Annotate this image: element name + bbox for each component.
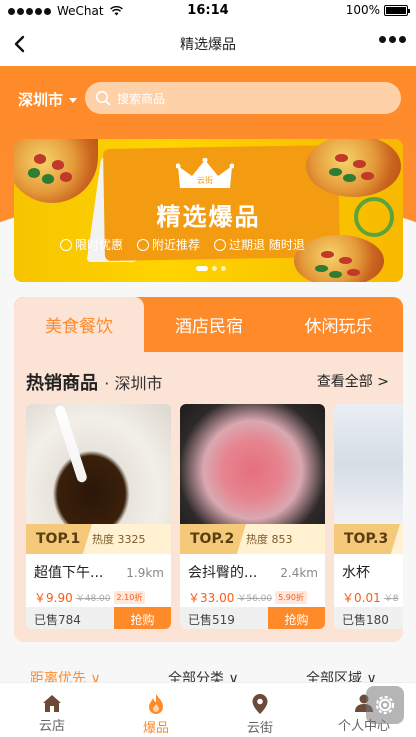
banner-pagination: [196, 266, 226, 271]
status-bar: WeChat 16:14 100%: [0, 0, 416, 22]
location-pin-icon: [252, 694, 268, 714]
view-all-link[interactable]: 查看全部 >: [317, 371, 389, 391]
product-card[interactable]: TOP.3 水杯 ￥0.01 ￥8 已售180: [334, 404, 403, 629]
home-icon: [43, 695, 61, 712]
battery-percent: 100%: [345, 3, 380, 17]
rank-badge: TOP.3: [334, 524, 403, 554]
heat-value: 热度 3325: [92, 533, 146, 546]
product-card[interactable]: TOP.1 热度 3325 超值下午... 1.9km ￥9.90 ￥48.00…: [26, 404, 171, 629]
rank-badge: TOP.1 热度 3325: [26, 524, 171, 554]
rank-tag: TOP.1: [26, 524, 92, 554]
more-menu-icon[interactable]: [379, 36, 406, 43]
tab-leisure[interactable]: 休闲玩乐: [274, 297, 403, 352]
settings-gear-button[interactable]: [366, 686, 404, 724]
badge-refund: 过期退 随时退: [214, 236, 305, 253]
gear-icon: [375, 695, 395, 715]
section-title: 热销商品 · 深圳市: [26, 373, 163, 394]
product-price: ￥9.90: [34, 591, 73, 605]
product-image-shop: [334, 404, 403, 524]
tabbar-item-hot[interactable]: 爆品: [104, 683, 208, 737]
page: WeChat 16:14 100% 精选爆品 深圳市 搜索商品 云街 精选爆品 …: [0, 0, 416, 737]
rank-badge: TOP.2 热度 853: [180, 524, 325, 554]
crown-icon: 云街: [176, 158, 234, 188]
flame-icon: [149, 694, 163, 714]
tab-hotel[interactable]: 酒店民宿: [144, 297, 274, 352]
city-name: 深圳市: [18, 91, 64, 109]
page-title: 精选爆品: [180, 37, 236, 53]
city-selector[interactable]: 深圳市: [18, 89, 78, 110]
section-city: · 深圳市: [104, 374, 163, 393]
rank-tag: TOP.2: [180, 524, 246, 554]
sold-count: 已售180: [334, 607, 403, 629]
pizza-image: [14, 139, 98, 203]
product-name: 超值下午...: [34, 565, 104, 581]
product-price: ￥0.01: [342, 591, 381, 605]
heat-value: 热度 853: [246, 533, 293, 546]
pizza-image: [294, 235, 384, 282]
sold-count: 已售519: [180, 607, 268, 629]
banner-title: 精选爆品: [156, 203, 261, 231]
rank-tag: TOP.3: [334, 524, 400, 554]
original-price: ￥8: [383, 594, 399, 604]
original-price: ￥48.00: [75, 594, 111, 604]
buy-button[interactable]: 抢购: [114, 607, 171, 629]
caret-down-icon: [69, 98, 78, 103]
banner-dot[interactable]: [221, 266, 226, 271]
product-distance: 2.4km: [280, 566, 318, 580]
crown-text: 云街: [197, 175, 213, 185]
discount-badge: 2.10折: [113, 591, 146, 604]
nav-bar: 精选爆品: [0, 22, 416, 66]
tabbar-item-street[interactable]: 云街: [208, 683, 312, 737]
tab-food[interactable]: 美食餐饮: [14, 297, 144, 352]
search-input[interactable]: 搜索商品: [85, 82, 401, 114]
product-image-coffee: [26, 404, 171, 524]
search-placeholder: 搜索商品: [117, 91, 166, 106]
clock-icon: [60, 238, 72, 251]
product-name: 会抖臀的...: [188, 565, 258, 581]
thumbs-up-icon: [137, 238, 150, 251]
product-name: 水杯: [342, 565, 370, 581]
battery-status: 100%: [345, 3, 410, 17]
buy-button[interactable]: 抢购: [268, 607, 325, 629]
badge-nearby: 附近推荐: [137, 236, 200, 253]
banner-badges: 限时优惠 附近推荐 过期退 随时退: [60, 236, 305, 253]
product-price: ￥33.00: [188, 591, 235, 605]
hot-products-card: 美食餐饮 酒店民宿 休闲玩乐 热销商品 · 深圳市 查看全部 > TOP.1 热…: [14, 297, 403, 642]
original-price: ￥56.00: [237, 594, 273, 604]
pizza-image: [306, 139, 401, 197]
bottom-tab-bar: 云店 爆品 云街 个人中心: [0, 682, 416, 737]
badge-limited-time: 限时优惠: [60, 236, 123, 253]
product-distance: 1.9km: [126, 566, 164, 580]
battery-icon: [384, 4, 410, 16]
sold-count: 已售784: [26, 607, 114, 629]
category-tabs: 美食餐饮 酒店民宿 休闲玩乐: [14, 297, 403, 352]
tabbar-item-store[interactable]: 云店: [0, 683, 104, 737]
product-image-flowers: [180, 404, 325, 524]
search-icon: [95, 90, 111, 106]
discount-badge: 5.90折: [275, 591, 307, 604]
banner-dot[interactable]: [196, 266, 208, 271]
yen-icon: [214, 238, 227, 251]
product-card[interactable]: TOP.2 热度 853 会抖臀的... 2.4km ￥33.00 ￥56.00…: [180, 404, 325, 629]
banner-dot[interactable]: [212, 266, 217, 271]
